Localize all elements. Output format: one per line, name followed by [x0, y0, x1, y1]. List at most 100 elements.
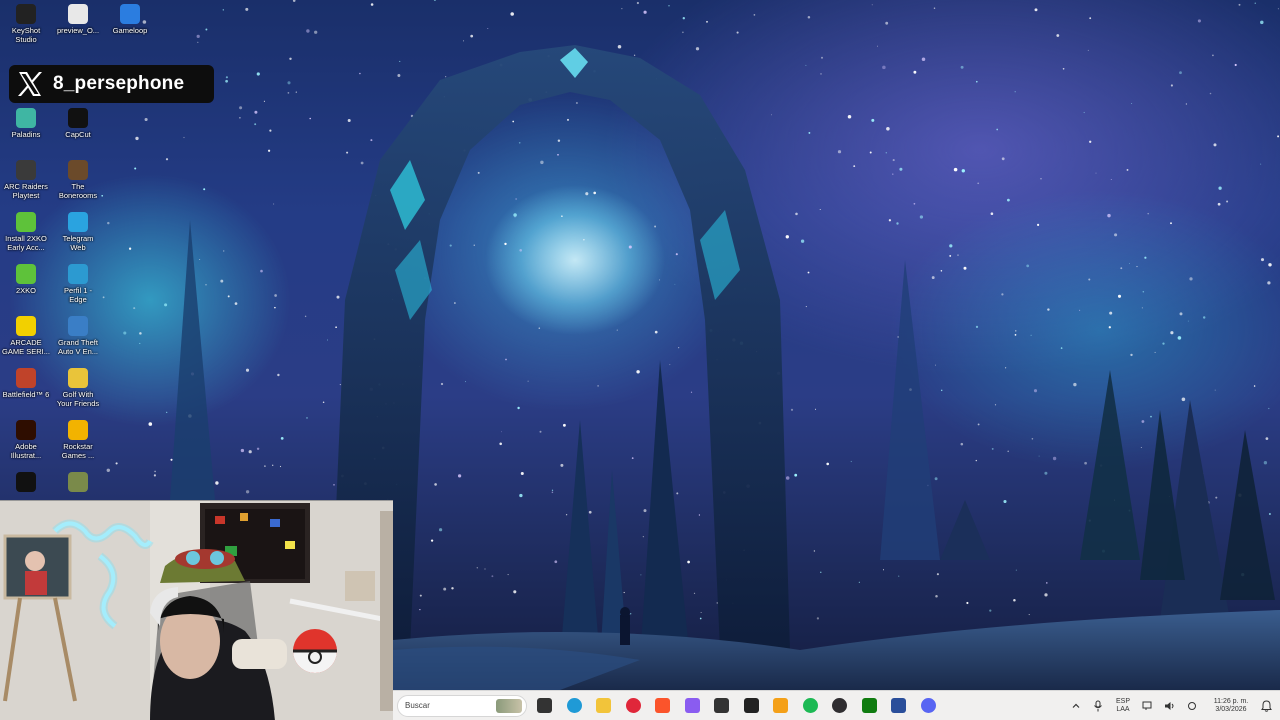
desktop-shortcut-label: The Bonerooms [58, 182, 98, 200]
golf-icon [68, 368, 88, 388]
desktop-shortcut-label: Gameloop [112, 26, 148, 35]
taskbar-search-box[interactable]: Buscar [397, 694, 527, 717]
taskbar-app-button[interactable] [825, 692, 855, 720]
copilot-icon [684, 698, 700, 713]
opera-icon [625, 698, 641, 713]
desktop-shortcut-label: Rockstar Games ... [61, 442, 95, 460]
xbox-icon [861, 698, 877, 713]
language-code: ESP [1115, 698, 1130, 705]
notifications-icon[interactable] [1258, 698, 1274, 714]
desktop-shortcut-label: Paladins [11, 130, 41, 139]
x-logo-icon [13, 67, 47, 101]
desktop-shortcut-label: KeyShot Studio [11, 26, 41, 44]
taskbar-app-button[interactable] [530, 692, 560, 720]
desktop-shortcut-label: 2XKO [15, 286, 36, 295]
desktop-shortcut[interactable]: Install 2XKO Early Acc... [0, 208, 52, 258]
desktop-shortcut[interactable]: Gameloop [104, 0, 156, 50]
volume-icon[interactable] [1162, 698, 1178, 714]
clock[interactable]: 11:26 p. m. 3/03/2026 [1207, 698, 1255, 714]
taskbar-app-button[interactable] [589, 692, 619, 720]
desktop-shortcut[interactable]: Perfil 1 - Edge [52, 260, 104, 310]
telegram-icon [68, 212, 88, 232]
taskbar-app-button[interactable] [796, 692, 826, 720]
desktop-shortcut[interactable]: Telegram Web [52, 208, 104, 258]
network-icon[interactable] [1140, 698, 1156, 714]
chevron-up-icon[interactable] [1068, 698, 1084, 714]
obs-icon [832, 698, 848, 713]
rockstar-icon [68, 420, 88, 440]
app-icon [68, 472, 88, 492]
gta-icon [68, 316, 88, 336]
input-language[interactable]: ESP LAA [1109, 698, 1137, 714]
taskbar-app-button[interactable] [678, 692, 708, 720]
file-explorer-icon [596, 698, 612, 713]
desktop-shortcut[interactable]: CapCut [52, 104, 104, 154]
desktop-shortcut-label: Telegram Web [62, 234, 94, 252]
social-handle: 8_persephone [53, 73, 185, 94]
desktop-shortcut[interactable]: Adobe Illustrat... [0, 416, 52, 466]
battlefield-icon [16, 368, 36, 388]
keyboard-layout: LAA [1116, 706, 1130, 713]
desktop-shortcut[interactable]: 2XKO [0, 260, 52, 310]
discord-icon [920, 698, 936, 713]
desktop-shortcut-label: Install 2XKO Early Acc... [5, 234, 47, 252]
taskbar-app-button[interactable] [619, 692, 649, 720]
search-highlight-image [496, 698, 522, 713]
desktop-shortcut[interactable]: Rockstar Games ... [52, 416, 104, 466]
taskbar-apps [530, 692, 943, 720]
desktop-shortcut-label: Adobe Illustrat... [10, 442, 42, 460]
desktop-shortcut[interactable]: Golf With Your Friends [52, 364, 104, 414]
bonerooms-icon [68, 160, 88, 180]
taskbar-app-button[interactable] [884, 692, 914, 720]
gameloop-icon [120, 4, 140, 24]
microphone-icon[interactable] [1090, 698, 1106, 714]
desktop-shortcut-label: preview_O... [56, 26, 100, 35]
desktop-shortcut-label: CapCut [65, 130, 91, 139]
battery-saver-icon[interactable] [1184, 698, 1200, 714]
desktop-shortcut-label: Golf With Your Friends [56, 390, 100, 408]
taskbar-app-button[interactable] [855, 692, 885, 720]
clock-time: 11:26 p. m. [1213, 698, 1249, 705]
taskbar-app-button[interactable] [737, 692, 767, 720]
taskbar-app-button[interactable] [766, 692, 796, 720]
desktop-shortcut[interactable]: Battlefield™ 6 [0, 364, 52, 414]
edge-icon [566, 698, 582, 713]
arcade-icon [16, 316, 36, 336]
calculator-icon [891, 698, 907, 713]
taskbar-app-button[interactable] [707, 692, 737, 720]
taskbar-app-button[interactable] [560, 692, 590, 720]
desktop-shortcut[interactable]: preview_O... [52, 0, 104, 50]
paint-icon [773, 698, 789, 713]
desktop-shortcut-label: Battlefield™ 6 [2, 390, 50, 399]
edge-icon [68, 264, 88, 284]
desktop-shortcut-label: Perfil 1 - Edge [64, 286, 92, 304]
app-icon [16, 472, 36, 492]
social-handle-badge: 8_persephone [9, 65, 214, 103]
capcut-icon [68, 108, 88, 128]
illustrator-icon [16, 420, 36, 440]
clock-date: 3/03/2026 [1215, 706, 1247, 713]
taskbar-app-button[interactable] [914, 692, 944, 720]
spotify-icon [802, 698, 818, 713]
keyshot-icon [16, 4, 36, 24]
desktop-shortcut[interactable]: KeyShot Studio [0, 0, 52, 50]
brave-icon [655, 698, 671, 713]
unity-icon [714, 698, 730, 713]
arc-raiders-icon [16, 160, 36, 180]
desktop-shortcut[interactable]: Paladins [0, 104, 52, 154]
desktop-shortcut-label: Grand Theft Auto V En... [57, 338, 99, 356]
desktop-shortcut[interactable]: ARC Raiders Playtest [0, 156, 52, 206]
system-tray: ESP LAA 11:26 p. m. 3/03/2026 [1065, 691, 1280, 720]
2xko-icon [16, 264, 36, 284]
taskview-icon [537, 698, 553, 713]
desktop-shortcut[interactable]: Grand Theft Auto V En... [52, 312, 104, 362]
arc-icon [743, 698, 759, 713]
taskbar-app-button[interactable] [648, 692, 678, 720]
2xko-icon [16, 212, 36, 232]
document-icon [68, 4, 88, 24]
desktop-shortcut[interactable]: The Bonerooms [52, 156, 104, 206]
desktop-shortcut-label: ARCADE GAME SERI... [2, 338, 50, 356]
search-placeholder: Buscar [405, 701, 430, 710]
desktop-shortcut[interactable]: ARCADE GAME SERI... [0, 312, 52, 362]
webcam-feed [0, 500, 393, 720]
